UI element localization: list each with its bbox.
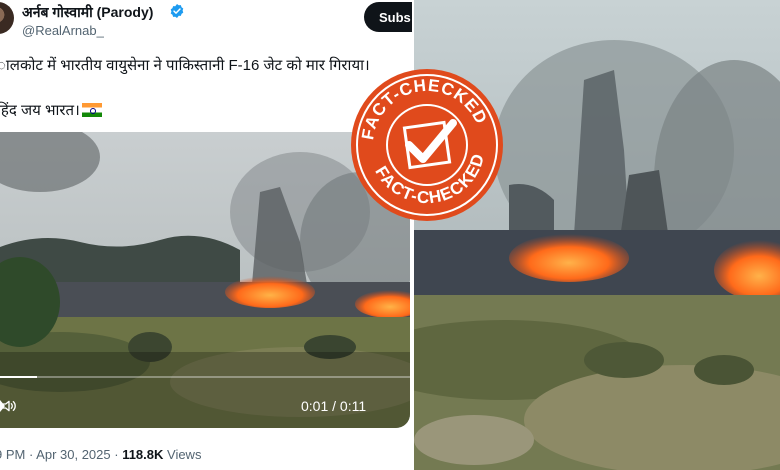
display-name[interactable]: अर्नब गोस्वामी (Parody)	[22, 3, 153, 22]
volume-icon[interactable]	[0, 398, 18, 414]
tweet-text-line-1: ालकोट में भारतीय वायुसेना ने पाकिस्तानी …	[0, 57, 370, 74]
video-progress-track[interactable]	[0, 376, 410, 378]
view-count: 118.8K	[122, 447, 164, 462]
tweet-text-line-2: हिंद जय भारत।	[0, 100, 102, 120]
india-flag-icon	[81, 103, 102, 117]
tweet-timestamp[interactable]: 9 PM · Apr 30, 2025 ·	[0, 447, 122, 462]
verified-badge-icon	[170, 4, 184, 18]
user-handle[interactable]: @RealArnab_	[22, 23, 104, 38]
fact-checked-stamp: FACT-CHECKED FACT-CHECKED	[351, 67, 503, 221]
video-time: 0:01 / 0:11	[301, 398, 367, 414]
subscribe-button[interactable]: Subs	[364, 2, 412, 32]
tweet-meta: 9 PM · Apr 30, 2025 · 118.8K Views	[0, 447, 201, 462]
video-progress-fill	[0, 376, 37, 378]
tweet-text-line-2-text: हिंद जय भारत।	[0, 102, 80, 119]
avatar[interactable]	[0, 2, 14, 34]
view-label: Views	[163, 447, 202, 462]
